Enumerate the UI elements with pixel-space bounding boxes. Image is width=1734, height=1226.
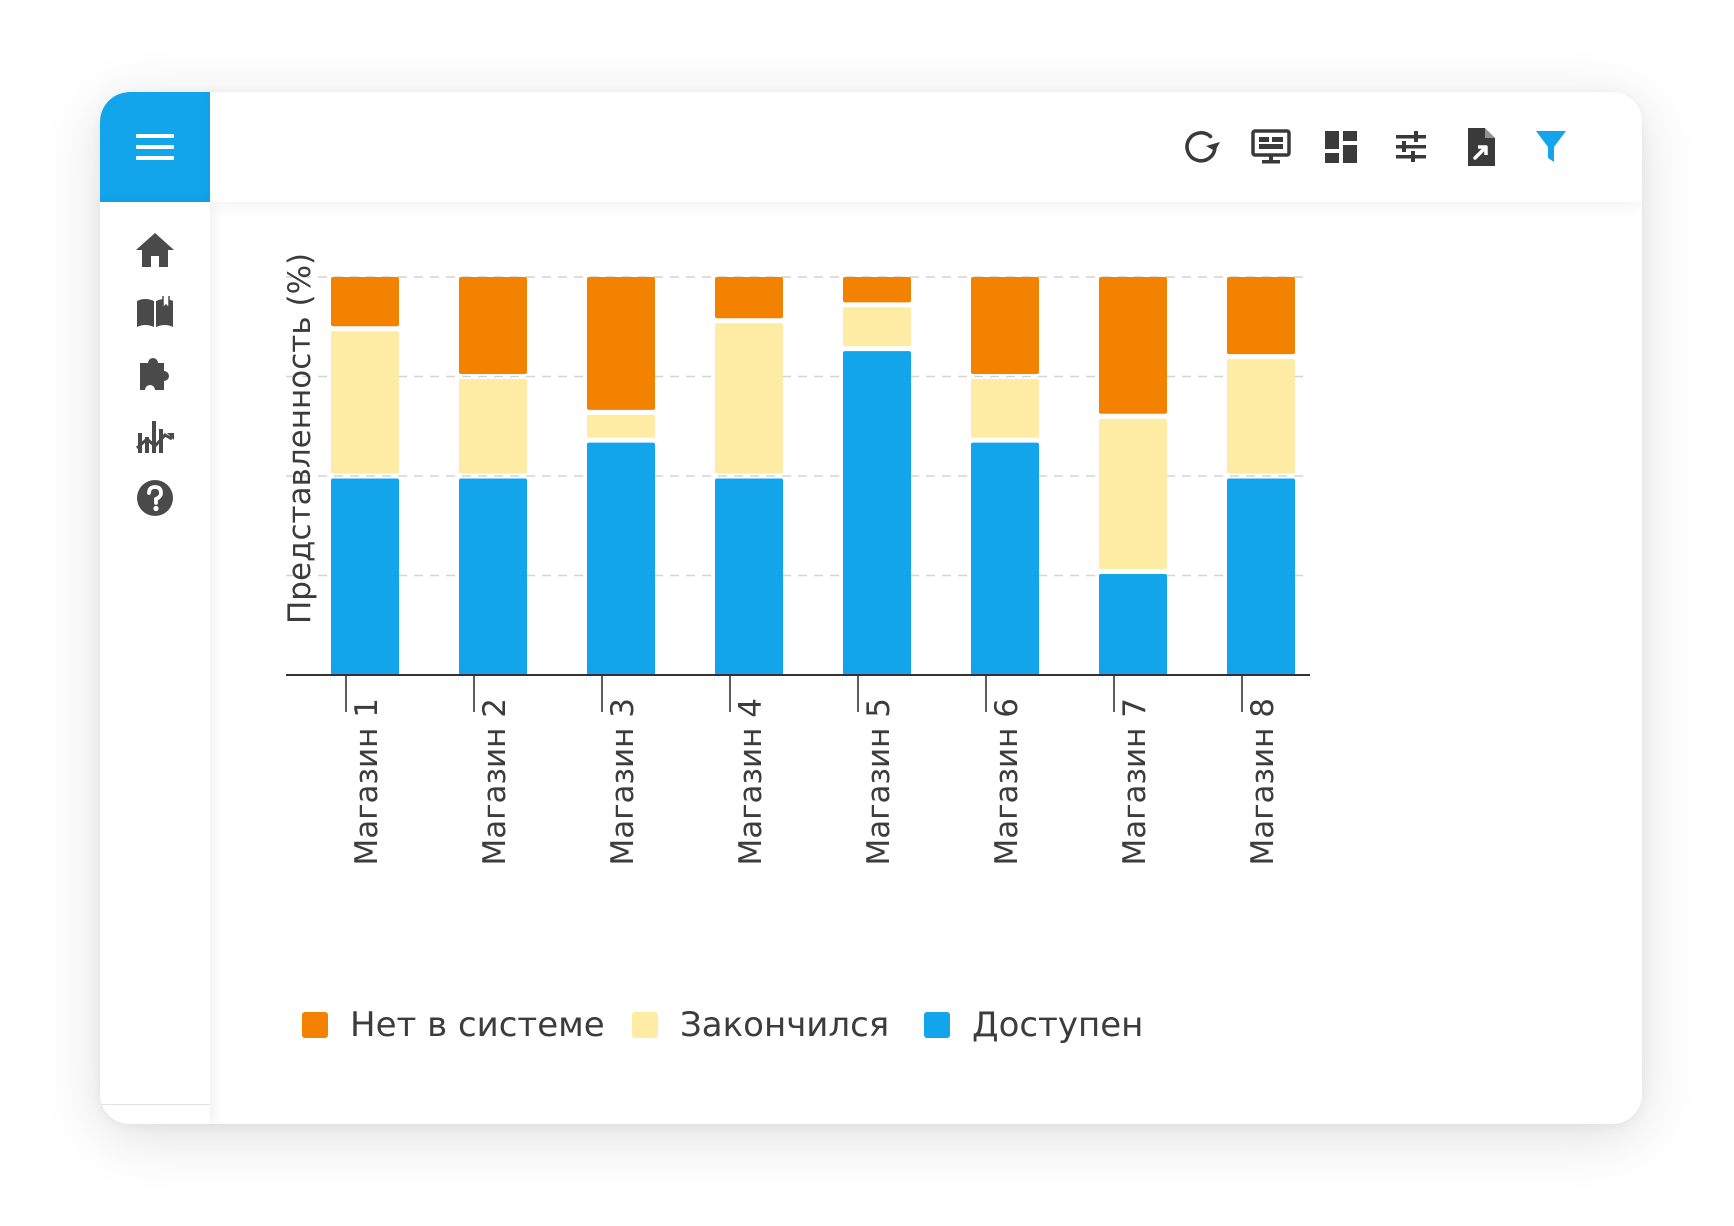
x-tick-label: Магазин 7	[1117, 698, 1153, 866]
bar-segment	[1227, 277, 1295, 355]
x-tick-label: Магазин 2	[477, 698, 513, 866]
toolbar-actions	[1178, 124, 1574, 170]
book-icon	[137, 296, 173, 327]
bar-segment	[459, 478, 527, 675]
bar-segment	[843, 277, 911, 303]
bar-segment	[1227, 478, 1295, 675]
monitor-icon	[1251, 129, 1291, 164]
legend-swatch	[632, 1012, 658, 1038]
bar-segment	[331, 277, 399, 327]
legend-label: Доступен	[972, 1005, 1144, 1045]
x-tick-label: Магазин 4	[733, 698, 769, 866]
sidebar-item-help[interactable]	[130, 473, 180, 523]
bar-segment	[587, 414, 655, 438]
x-tick-label: Магазин 3	[605, 698, 641, 866]
legend-label: Нет в системе	[350, 1005, 605, 1045]
bar-segment	[715, 277, 783, 319]
export-file-icon	[1468, 128, 1495, 166]
bar-segment	[459, 379, 527, 474]
bar-segment	[843, 307, 911, 347]
sliders-icon	[1396, 131, 1426, 162]
stacked-bar-chart: Магазин 1 Магазин 2 Магазин 3 Магазин 4 Мага…	[282, 253, 1310, 866]
bar-segment	[1227, 359, 1295, 474]
x-tick-label: Магазин 1	[349, 698, 385, 866]
x-tick-label: Магазин 6	[989, 698, 1025, 866]
settings-sliders-button[interactable]	[1388, 124, 1434, 170]
sidebar-item-home[interactable]	[130, 225, 180, 275]
y-axis-label: Представленность (%)	[282, 253, 318, 624]
dashboard-icon	[1325, 131, 1357, 163]
filter-icon	[1536, 131, 1566, 162]
sidebar-item-extensions[interactable]	[130, 349, 180, 399]
x-tick-label: Магазин 5	[861, 698, 897, 866]
legend-item-not-in-system: Нет в системе	[302, 1005, 605, 1045]
bar-segment	[459, 277, 527, 374]
sidebar	[100, 202, 210, 1124]
dashboard-button[interactable]	[1318, 124, 1364, 170]
bar-segment	[1099, 277, 1167, 414]
bar-segment	[971, 277, 1039, 374]
bar-segment	[587, 277, 655, 410]
x-tick-label: Магазин 8	[1245, 698, 1281, 866]
top-toolbar	[210, 92, 1642, 202]
bar-segment	[971, 442, 1039, 675]
app-window: Магазин 1 Магазин 2 Магазин 3 Магазин 4 Мага…	[100, 92, 1642, 1124]
help-icon	[137, 480, 173, 516]
bar-segment	[715, 478, 783, 675]
refresh-icon	[1185, 131, 1220, 163]
analytics-icon	[135, 421, 174, 453]
export-button[interactable]	[1458, 124, 1504, 170]
puzzle-icon	[140, 358, 170, 390]
presentation-button[interactable]	[1248, 124, 1294, 170]
bar-segment	[587, 442, 655, 675]
legend-item-out-of-stock: Закончился	[632, 1005, 889, 1045]
bar-segment	[1099, 418, 1167, 570]
bar-segment	[971, 379, 1039, 438]
bar-segment	[843, 351, 911, 675]
sidebar-divider	[100, 1104, 210, 1105]
bar-segment	[331, 331, 399, 474]
home-icon	[136, 233, 174, 267]
legend-swatch	[302, 1012, 328, 1038]
refresh-button[interactable]	[1178, 124, 1224, 170]
bar-segment	[1099, 574, 1167, 675]
bar-segment	[331, 478, 399, 675]
sidebar-item-library[interactable]	[130, 287, 180, 337]
bar-segment	[715, 323, 783, 474]
legend-swatch	[924, 1012, 950, 1038]
sidebar-item-analytics[interactable]	[130, 411, 180, 461]
filter-button[interactable]	[1528, 124, 1574, 170]
legend-item-available: Доступен	[924, 1005, 1143, 1045]
legend-label: Закончился	[680, 1005, 890, 1045]
